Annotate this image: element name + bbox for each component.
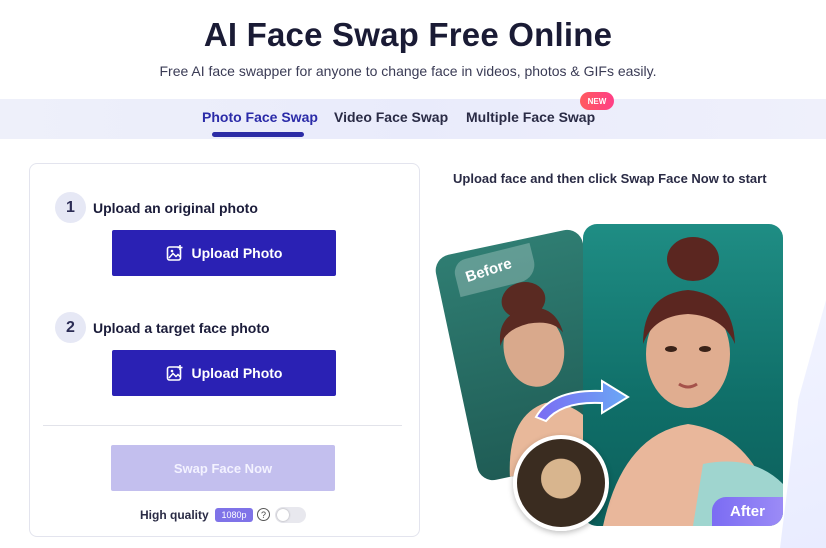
image-upload-icon [166,364,184,382]
page-title: AI Face Swap Free Online [203,16,613,53]
resolution-badge: 1080p [215,508,253,522]
after-label: After [712,497,783,526]
background-decoration [780,300,826,548]
tab-video-face-swap[interactable]: Video Face Swap [334,109,448,125]
help-icon[interactable]: ? [257,508,270,521]
target-face-thumbnail [513,435,609,531]
step-1-number: 1 [55,192,86,223]
upload-target-face-button[interactable]: Upload Photo [112,350,336,396]
step-2-label: Upload a target face photo [93,320,270,336]
swap-arrow-icon [534,379,630,423]
divider [43,425,402,426]
upload-original-photo-button[interactable]: Upload Photo [112,230,336,276]
swap-face-now-button[interactable]: Swap Face Now [111,445,335,491]
upload-button-label: Upload Photo [191,245,283,261]
tab-multiple-face-swap[interactable]: Multiple Face Swap [466,109,595,125]
new-badge: NEW [580,92,614,110]
page-subtitle: Free AI face swapper for anyone to chang… [159,63,657,79]
step-1-label: Upload an original photo [93,200,258,216]
active-tab-indicator [212,132,304,137]
high-quality-label: High quality [140,508,209,522]
toggle-knob [277,509,289,521]
step-2-number: 2 [55,312,86,343]
upload-button-label: Upload Photo [191,365,283,381]
preview-hint: Upload face and then click Swap Face Now… [453,171,767,186]
high-quality-toggle[interactable] [275,507,306,523]
image-upload-icon [166,244,184,262]
tab-photo-face-swap[interactable]: Photo Face Swap [202,109,318,125]
